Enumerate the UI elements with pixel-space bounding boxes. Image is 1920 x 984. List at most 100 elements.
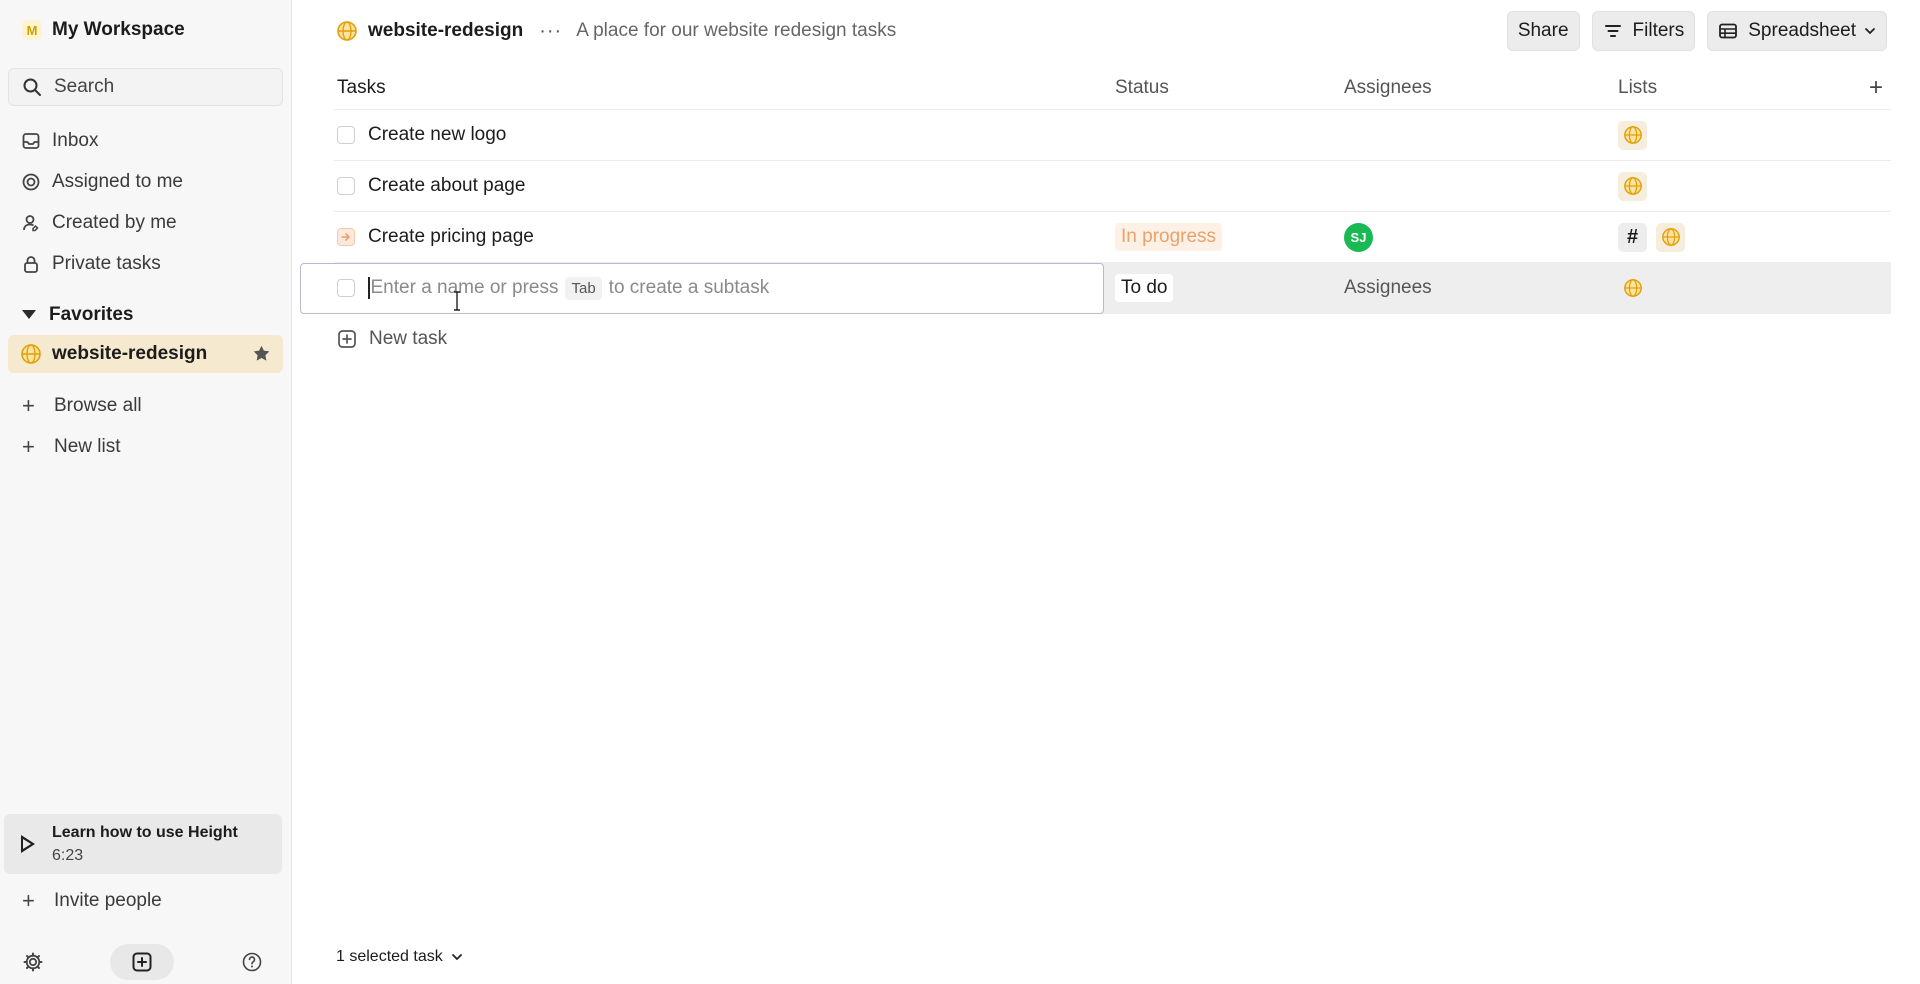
list-header: website-redesign ··· A place for our web… [292,0,1920,62]
selection-footer[interactable]: 1 selected task [336,948,463,966]
assignees-cell[interactable]: SJ [1344,222,1618,252]
filters-label: Filters [1632,20,1685,41]
column-header-assignees[interactable]: Assignees [1344,77,1618,99]
more-options-icon[interactable]: ··· [539,20,562,43]
header-actions: Share Filters Spreadsheet [1506,11,1887,51]
avatar: SJ [1344,222,1373,252]
browse-all-button[interactable]: + Browse all [8,385,283,426]
search-box[interactable] [8,68,283,106]
status-cell[interactable]: In progress [1115,223,1344,251]
selected-count: 1 selected task [336,948,443,965]
list-title[interactable]: website-redesign [368,20,523,42]
status-cell[interactable]: To do [1115,274,1344,302]
globe-icon [1618,171,1647,201]
workspace-badge: M [22,20,42,40]
new-task-button[interactable]: New task [334,314,1891,364]
sidebar-nav: Inbox Assigned to me Created by me Priva… [8,120,283,284]
sidebar-item-website-redesign[interactable]: website-redesign [8,335,283,373]
help-icon[interactable] [241,951,263,973]
text-caret [368,277,370,299]
plus-icon: + [22,887,35,913]
learn-video-card[interactable]: Learn how to use Height 6:23 [4,814,282,874]
new-task-name-input[interactable]: Enter a name or press Tab to create a su… [300,262,1104,314]
table-row[interactable]: Create about page [334,161,1891,212]
sidebar-item-created[interactable]: Created by me [8,202,283,243]
lists-cell[interactable] [1618,120,1878,150]
invite-people-button[interactable]: + Invite people [8,880,284,921]
invite-label: Invite people [54,889,162,911]
globe-icon [1618,120,1647,150]
text-cursor-icon [454,290,460,311]
sidebar-item-label: website-redesign [52,343,208,364]
globe-icon [21,344,41,364]
assignees-cell[interactable]: Assignees [1344,277,1618,299]
lists-cell[interactable]: # [1618,222,1878,252]
add-column-icon[interactable]: + [1869,74,1883,102]
placeholder-after: to create a subtask [608,277,770,298]
create-new-button[interactable] [110,944,174,980]
view-switcher-button[interactable]: Spreadsheet [1707,11,1887,51]
sidebar-item-private[interactable]: Private tasks [8,243,283,284]
column-header-lists[interactable]: Lists [1618,77,1878,99]
task-name[interactable]: Create pricing page [368,226,534,248]
sidebar-item-assigned[interactable]: Assigned to me [8,161,283,202]
task-checkbox[interactable] [337,177,355,195]
favorites-title: Favorites [49,303,134,325]
search-icon [23,78,41,96]
new-task-label: New task [369,328,448,349]
task-checkbox[interactable] [337,279,355,297]
globe-icon [1618,274,1647,303]
globe-icon [337,21,357,41]
spreadsheet-icon [1719,23,1738,39]
sidebar-item-label: Created by me [52,211,177,233]
filters-button[interactable]: Filters [1591,11,1696,51]
plus-square-icon [338,330,356,348]
globe-icon [1656,222,1685,252]
play-icon [21,835,35,853]
chevron-down-icon [1865,28,1875,35]
table-row[interactable]: Create new logo [334,110,1891,161]
table-row[interactable]: Create pricing page In progress SJ # [334,212,1891,263]
task-table: Tasks Status Assignees Lists + Create ne… [300,66,1891,364]
target-icon [20,171,42,193]
plus-icon: + [22,392,35,418]
lists-cell[interactable] [1618,171,1878,201]
learn-title: Learn how to use Height [52,823,238,841]
status-badge: In progress [1115,223,1223,251]
in-progress-icon[interactable] [337,228,355,246]
lists-cell[interactable] [1618,274,1878,303]
task-name[interactable]: Create new logo [368,124,506,146]
lock-icon [20,253,42,275]
browse-all-label: Browse all [54,394,142,416]
workspace-switcher[interactable]: M My Workspace [8,15,283,45]
learn-duration: 6:23 [52,846,84,864]
column-header-status[interactable]: Status [1115,77,1344,99]
chevron-down-icon [451,954,462,961]
star-icon[interactable] [252,344,271,363]
share-button[interactable]: Share [1506,11,1580,51]
sidebar-item-label: Inbox [52,129,99,151]
plus-icon: + [22,433,35,459]
new-list-button[interactable]: + New list [8,426,283,467]
inbox-icon [20,130,42,152]
search-input[interactable] [54,76,254,98]
task-checkbox[interactable] [337,126,355,144]
sidebar-item-label: Private tasks [52,252,161,274]
workspace-name: My Workspace [52,19,185,40]
sidebar-bottom-bar [0,942,292,980]
status-badge: To do [1115,274,1174,302]
table-header: Tasks Status Assignees Lists + [334,66,1891,110]
tab-key-hint: Tab [565,276,602,300]
sidebar-item-inbox[interactable]: Inbox [8,120,283,161]
favorites-header[interactable]: Favorites [8,294,283,335]
gear-icon[interactable] [22,951,44,973]
column-header-tasks[interactable]: Tasks [334,77,1115,99]
user-icon [20,212,42,234]
main-panel: website-redesign ··· A place for our web… [292,0,1920,984]
new-list-label: New list [54,435,121,457]
task-name[interactable]: Create about page [368,175,525,197]
assignees-placeholder: Assignees [1344,277,1432,298]
list-description[interactable]: A place for our website redesign tasks [576,20,896,42]
table-row-editing[interactable]: Enter a name or press Tab to create a su… [300,262,1891,314]
view-label: Spreadsheet [1748,20,1856,41]
